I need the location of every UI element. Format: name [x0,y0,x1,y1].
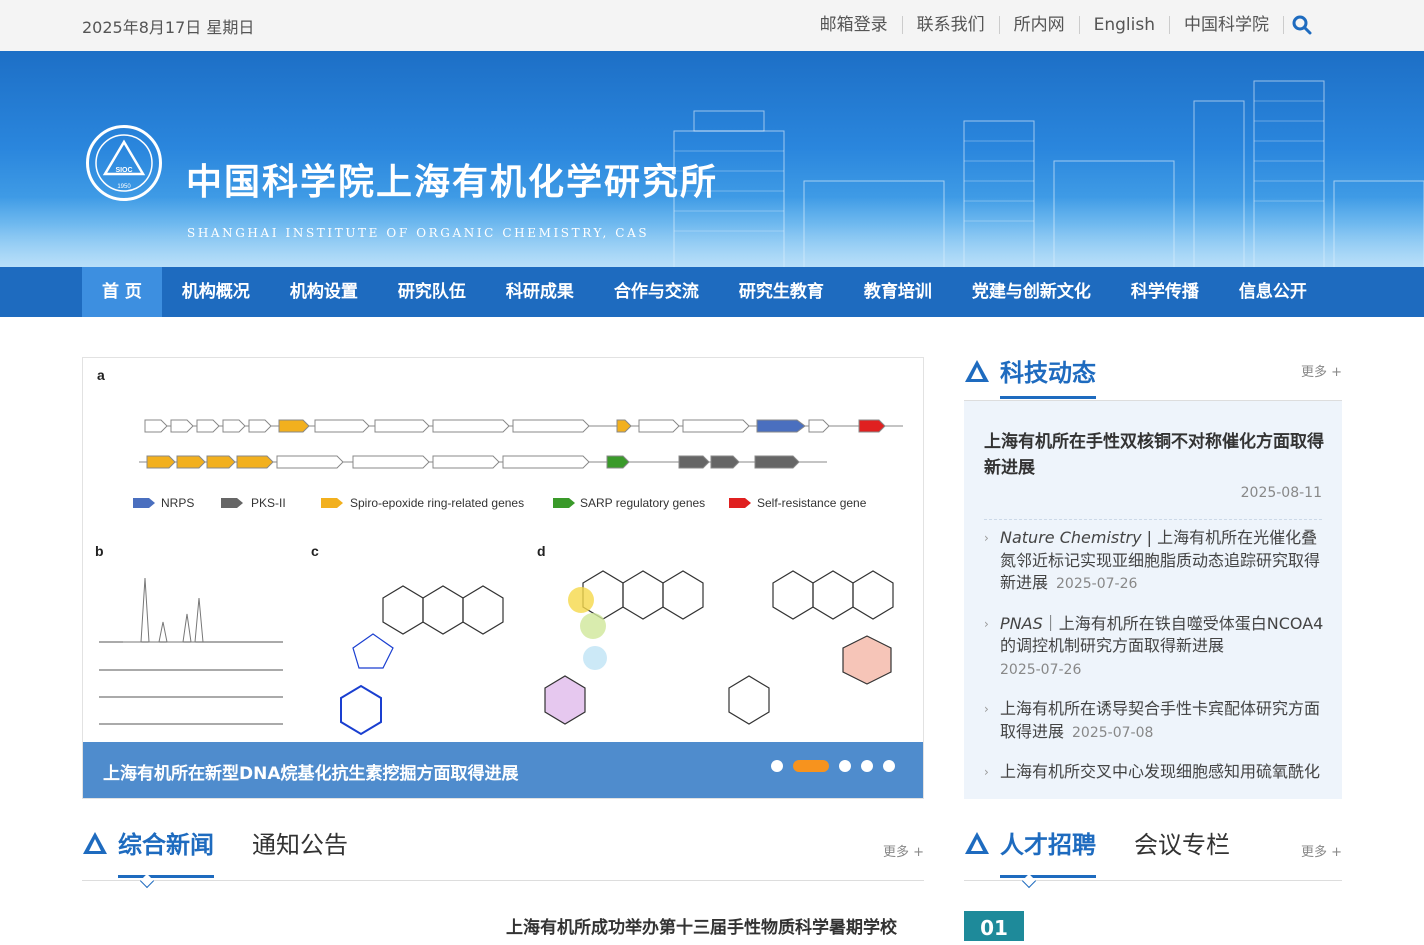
institute-name-en: SHANGHAI INSTITUTE OF ORGANIC CHEMISTRY,… [187,226,650,240]
header-banner: SIOC 1950 中国科学院上海有机化学研究所 SHANGHAI INSTIT… [0,51,1424,267]
nav-home[interactable]: 首 页 [82,267,162,317]
slide-caption[interactable]: 上海有机所在新型DNA烷基化抗生素挖掘方面取得进展 [103,759,519,784]
lead-news-title[interactable]: 上海有机所在手性双核铜不对称催化方面取得新进展 [984,429,1329,481]
tech-news-list-box: 上海有机所在手性双核铜不对称催化方面取得新进展 2025-08-11 › Nat… [964,401,1342,799]
section-triangle-icon [965,360,989,382]
chevron-right-icon: › [984,765,989,779]
slider-dot[interactable] [771,760,783,772]
svg-text:SARP regulatory genes: SARP regulatory genes [580,496,705,510]
link-contact[interactable]: 联系我们 [903,16,1000,34]
main-nav: 首 页 机构概况 机构设置 研究队伍 科研成果 合作与交流 研究生教育 教育培训… [0,267,1424,317]
slider-dot[interactable] [861,760,873,772]
news-slider[interactable]: a b c d NRPS PKS-II Spiro-epoxide ring-r… [82,357,924,799]
tech-news-title[interactable]: 科技动态 [1000,353,1096,399]
nav-research-results[interactable]: 科研成果 [486,267,594,317]
institute-name-cn: 中国科学院上海有机化学研究所 [186,161,719,203]
tab-conferences[interactable]: 会议专栏 [1134,825,1230,860]
svg-text:1950: 1950 [117,184,131,190]
tech-news-header: 科技动态 更多 + [964,357,1342,401]
nav-graduate-education[interactable]: 研究生教育 [719,267,844,317]
svg-text:b: b [95,543,104,559]
svg-text:PKS-II: PKS-II [251,496,286,510]
svg-text:NRPS: NRPS [161,496,194,510]
svg-text:c: c [311,543,319,559]
link-english[interactable]: English [1080,16,1170,34]
list-item[interactable]: › 上海有机所交叉中心发现细胞感知用硫氧酰化 [984,761,1324,784]
general-news-section: 综合新闻 通知公告 更多 + 上海有机所成功举办第十三届手性物质科学暑期学校 [82,829,924,938]
search-icon[interactable] [1292,15,1312,35]
nav-research-team[interactable]: 研究队伍 [378,267,486,317]
chevron-right-icon: › [984,702,989,716]
chevron-right-icon: › [984,616,989,631]
tab-notices[interactable]: 通知公告 [252,825,348,860]
tech-news-list: › Nature Chemistry | 上海有机所在光催化叠氮邻近标记实现亚细… [984,527,1324,799]
list-item[interactable]: › Nature Chemistry | 上海有机所在光催化叠氮邻近标记实现亚细… [984,527,1324,596]
link-mail-login[interactable]: 邮箱登录 [806,16,903,34]
slider-dot[interactable] [839,760,851,772]
link-cas[interactable]: 中国科学院 [1170,16,1284,34]
svg-text:a: a [97,367,105,383]
general-news-more-link[interactable]: 更多 + [883,841,924,860]
tech-news-more-link[interactable]: 更多 + [1301,361,1342,380]
list-item[interactable]: › 上海有机所在诱导契合手性卡宾配体研究方面取得进展 2025-07-08 [984,698,1324,744]
slide-figure: a b c d NRPS PKS-II Spiro-epoxide ring-r… [95,367,903,736]
slider-dot[interactable] [883,760,895,772]
nav-science-communication[interactable]: 科学传播 [1111,267,1219,317]
svg-text:SIOC: SIOC [115,167,132,174]
current-date: 2025年8月17日 星期日 [82,18,255,37]
tab-general-news[interactable]: 综合新闻 [118,825,214,878]
top-links: 邮箱登录 联系我们 所内网 English 中国科学院 [806,15,1312,35]
nav-overview[interactable]: 机构概况 [162,267,270,317]
chevron-right-icon: › [984,531,989,545]
link-intranet[interactable]: 所内网 [1000,16,1080,34]
svg-text:Spiro-epoxide ring-related gen: Spiro-epoxide ring-related genes [350,496,524,510]
item-number-badge: 01 [964,911,1024,941]
nav-organization[interactable]: 机构设置 [270,267,378,317]
tab-recruitment[interactable]: 人才招聘 [1000,825,1096,878]
svg-text:Self-resistance gene: Self-resistance gene [757,496,867,510]
nav-cooperation[interactable]: 合作与交流 [594,267,719,317]
slide-caption-bar: 上海有机所在新型DNA烷基化抗生素挖掘方面取得进展 [83,742,923,798]
recruitment-section: 人才招聘 会议专栏 更多 + 01 [964,829,1342,941]
list-item[interactable]: › PNAS｜上海有机所在铁自噬受体蛋白NCOA4的调控机制研究方面取得新进展 2… [984,613,1324,682]
nav-party-culture[interactable]: 党建与创新文化 [952,267,1111,317]
section-triangle-icon [83,832,107,854]
svg-text:d: d [537,543,546,559]
slider-dot-active[interactable] [793,760,829,772]
top-bar: 2025年8月17日 星期日 邮箱登录 联系我们 所内网 English 中国科… [0,0,1424,51]
recruitment-more-link[interactable]: 更多 + [1301,841,1342,860]
institute-logo[interactable]: SIOC 1950 [86,125,162,201]
recruitment-header: 人才招聘 会议专栏 更多 + [964,829,1342,889]
general-news-header: 综合新闻 通知公告 更多 + [82,829,924,889]
nav-training[interactable]: 教育培训 [844,267,952,317]
section-triangle-icon [965,832,989,854]
tech-news-panel: 科技动态 更多 + 上海有机所在手性双核铜不对称催化方面取得新进展 2025-0… [964,357,1342,799]
nav-information-disclosure[interactable]: 信息公开 [1219,267,1327,317]
general-news-headline[interactable]: 上海有机所成功举办第十三届手性物质科学暑期学校 [506,913,897,938]
slider-dots [761,760,895,772]
lead-news-date: 2025-08-11 [1240,485,1322,501]
